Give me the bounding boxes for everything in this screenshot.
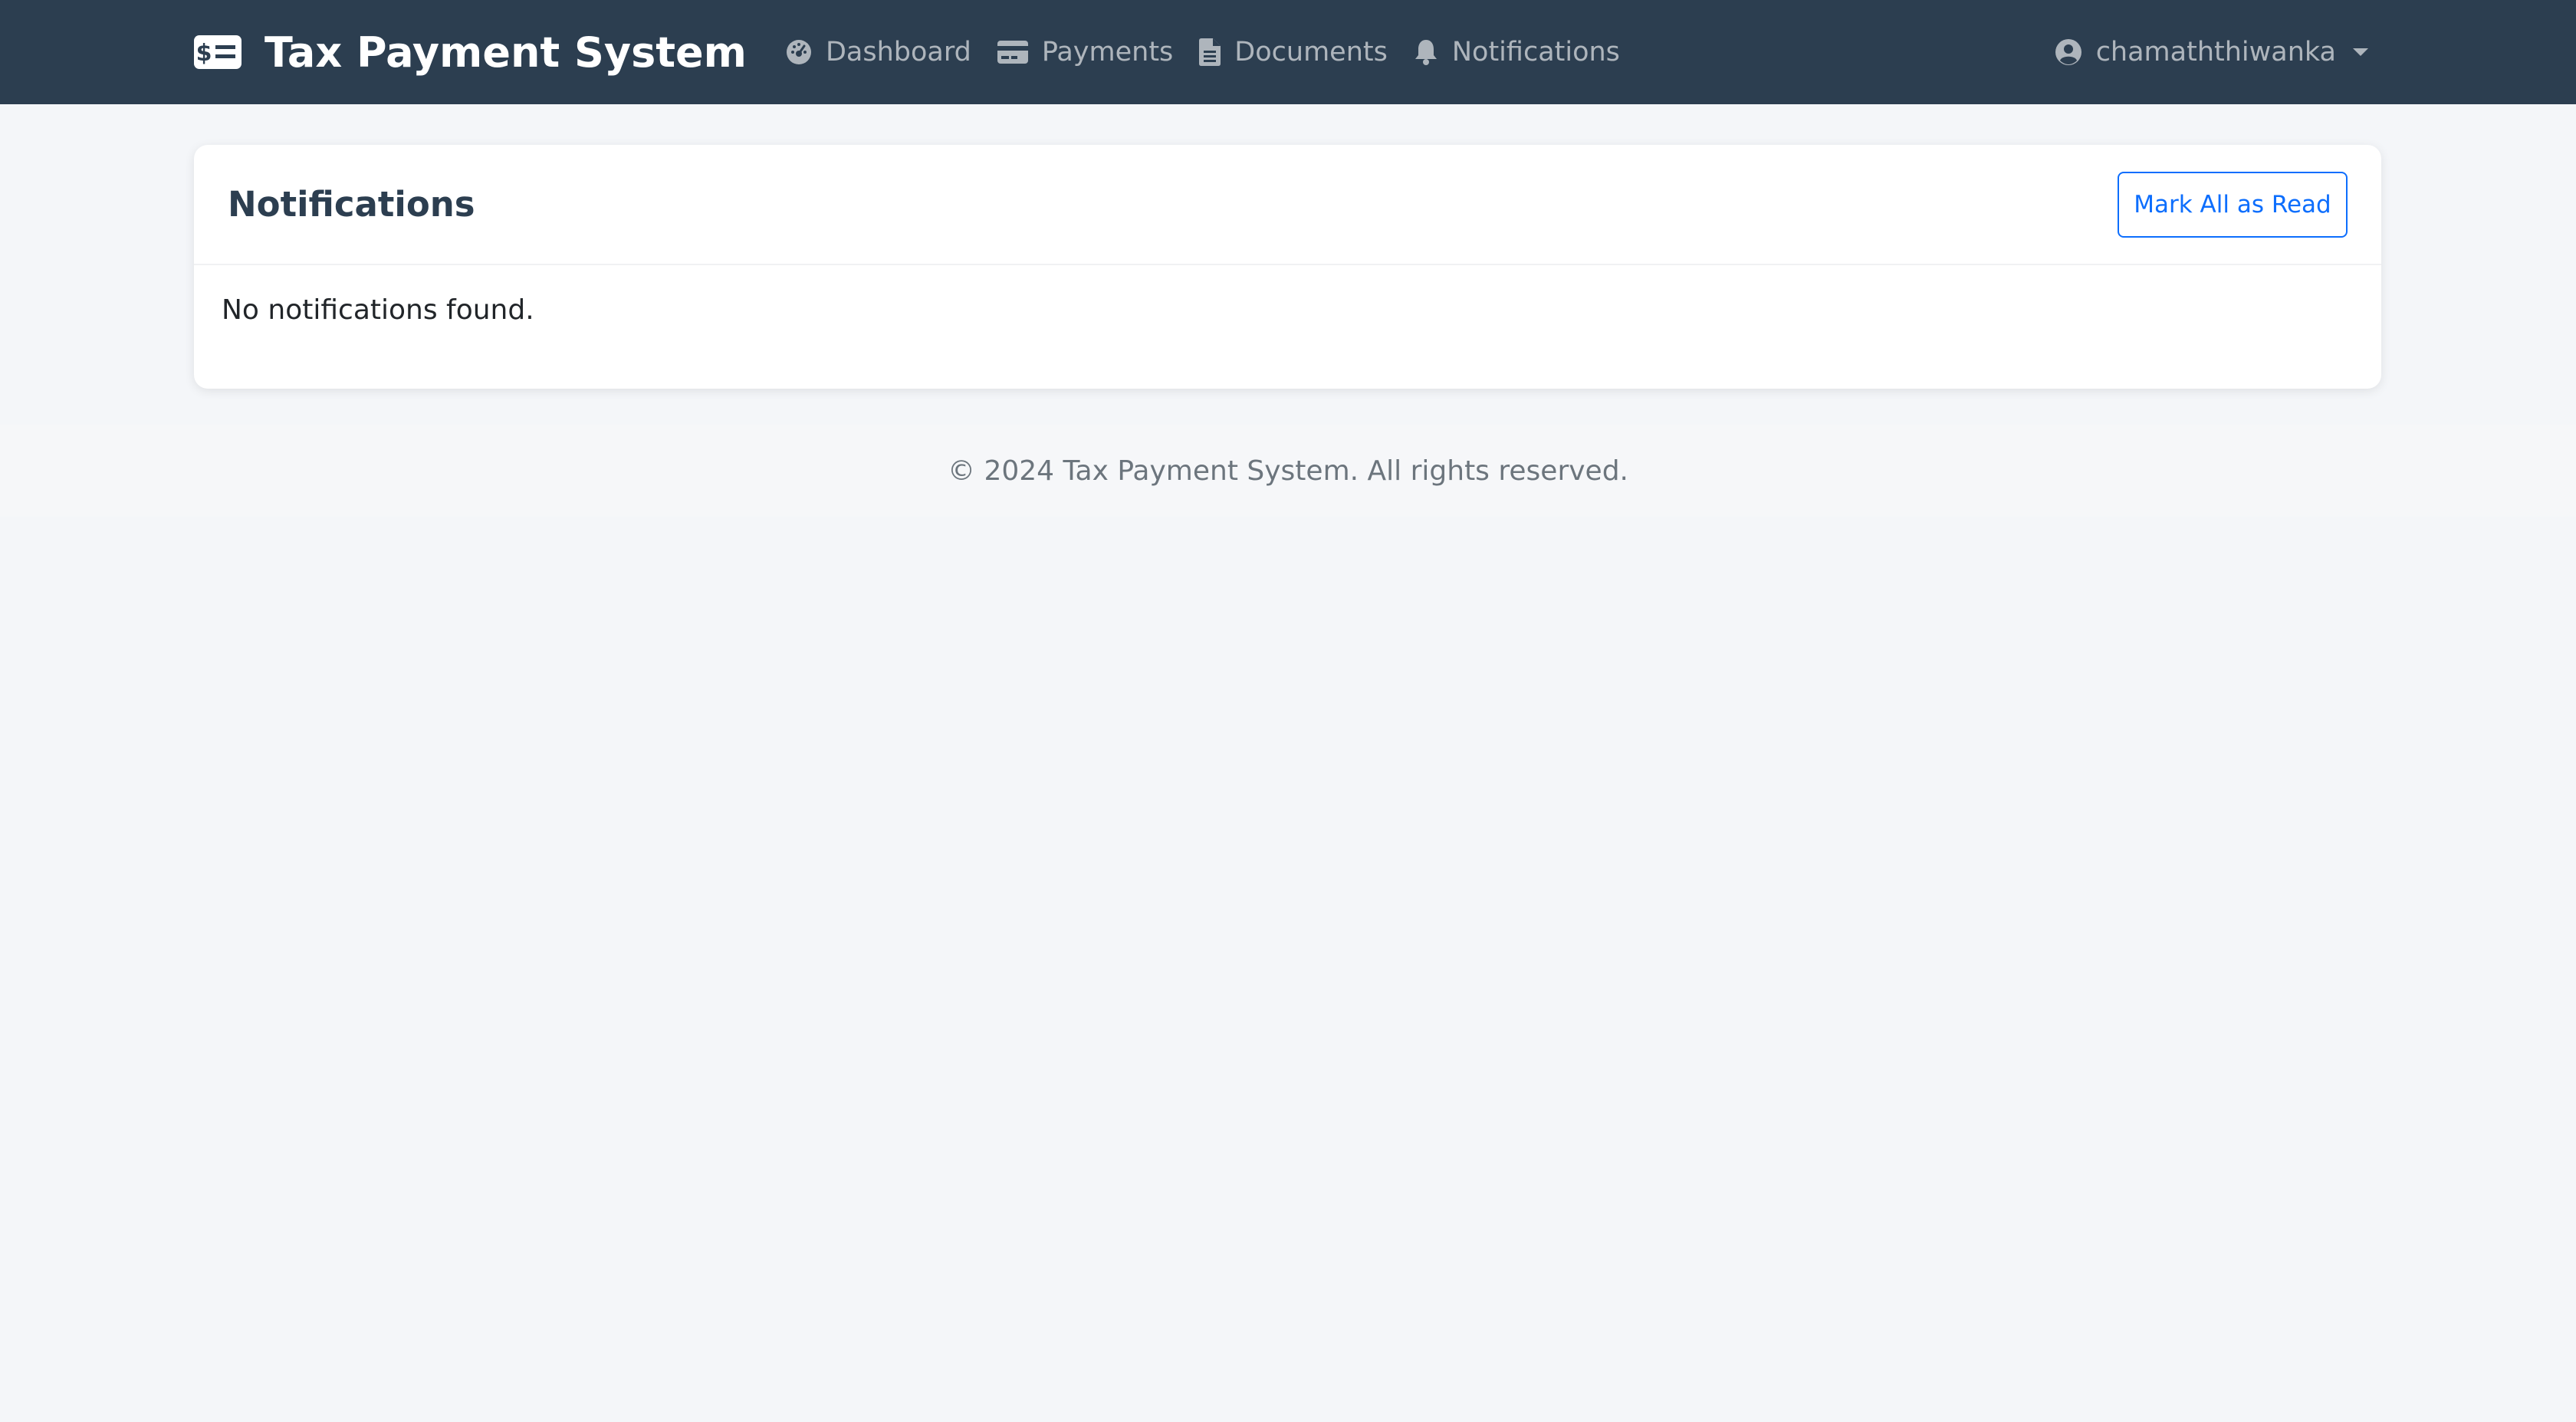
money-check-dollar-icon: $ (194, 35, 242, 69)
page-footer: © 2024 Tax Payment System. All rights re… (0, 425, 2576, 517)
document-icon (1199, 38, 1221, 66)
card-body: No notifications found. (194, 265, 2381, 355)
card-header: Notifications Mark All as Read (194, 145, 2381, 265)
brand-title: Tax Payment System (264, 28, 747, 77)
chevron-down-icon (2353, 48, 2368, 56)
nav-link-notifications[interactable]: Notifications (1414, 37, 1620, 67)
svg-text:$: $ (196, 40, 212, 67)
nav-link-label: Notifications (1451, 37, 1620, 67)
nav-link-label: Dashboard (825, 37, 971, 67)
nav-links: Dashboard Payments Documents Notificatio… (773, 37, 1633, 67)
nav-link-label: Payments (1041, 37, 1174, 67)
nav-link-documents[interactable]: Documents (1199, 37, 1388, 67)
nav-link-dashboard[interactable]: Dashboard (786, 37, 971, 67)
nav-link-label: Documents (1234, 37, 1388, 67)
empty-state-message: No notifications found. (222, 294, 534, 326)
bell-icon (1414, 38, 1438, 66)
top-navbar: $ Tax Payment System Dashboard Payments … (0, 0, 2576, 104)
user-menu-toggle[interactable]: chamaththiwanka (2055, 37, 2368, 67)
navbar-container: $ Tax Payment System Dashboard Payments … (194, 0, 2382, 104)
user-circle-icon (2055, 38, 2082, 66)
mark-all-read-button[interactable]: Mark All as Read (2118, 171, 2348, 238)
footer-copyright: © 2024 Tax Payment System. All rights re… (948, 455, 1628, 487)
brand-link[interactable]: $ Tax Payment System (194, 28, 747, 77)
gauge-icon (786, 39, 812, 65)
page-title: Notifications (228, 184, 475, 225)
username: chamaththiwanka (2095, 37, 2336, 67)
notifications-card: Notifications Mark All as Read No notifi… (194, 145, 2381, 389)
credit-card-icon (997, 41, 1028, 64)
nav-link-payments[interactable]: Payments (997, 37, 1173, 67)
